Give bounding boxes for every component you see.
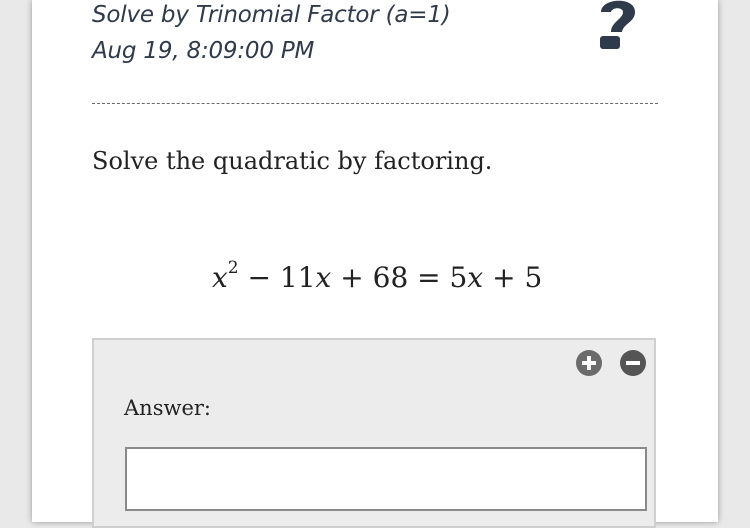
equation-equals-sign: = bbox=[417, 261, 441, 294]
answer-label: Answer: bbox=[124, 396, 211, 420]
question-instruction: Solve the quadratic by factoring. bbox=[92, 147, 493, 175]
question-mark-icon[interactable] bbox=[597, 0, 639, 50]
equation-constant-2: 5 bbox=[524, 261, 543, 294]
answer-input[interactable] bbox=[125, 447, 647, 511]
problem-title: Solve by Trinomial Factor (a=1) bbox=[92, 2, 451, 28]
answer-panel: Answer: bbox=[92, 338, 656, 528]
equation-exponent: 2 bbox=[227, 257, 239, 278]
section-divider bbox=[92, 103, 658, 104]
equation: x2 − 11x + 68 = 5x + 5 bbox=[212, 257, 543, 294]
equation-variable-2: x bbox=[467, 261, 484, 294]
equation-variable-1: x bbox=[315, 261, 332, 294]
minus-circle-icon[interactable] bbox=[620, 350, 646, 376]
equation-coefficient-2: 5 bbox=[449, 261, 468, 294]
plus-circle-icon[interactable] bbox=[576, 350, 602, 376]
equation-coefficient-1: 11 bbox=[279, 261, 316, 294]
equation-base-variable: x bbox=[212, 261, 228, 294]
equation-plus-operator-1: + bbox=[340, 261, 364, 294]
problem-timestamp: Aug 19, 8:09:00 PM bbox=[92, 38, 315, 64]
equation-constant-1: 68 bbox=[372, 261, 409, 294]
equation-minus-operator: − bbox=[247, 261, 271, 294]
equation-plus-operator-2: + bbox=[492, 261, 516, 294]
